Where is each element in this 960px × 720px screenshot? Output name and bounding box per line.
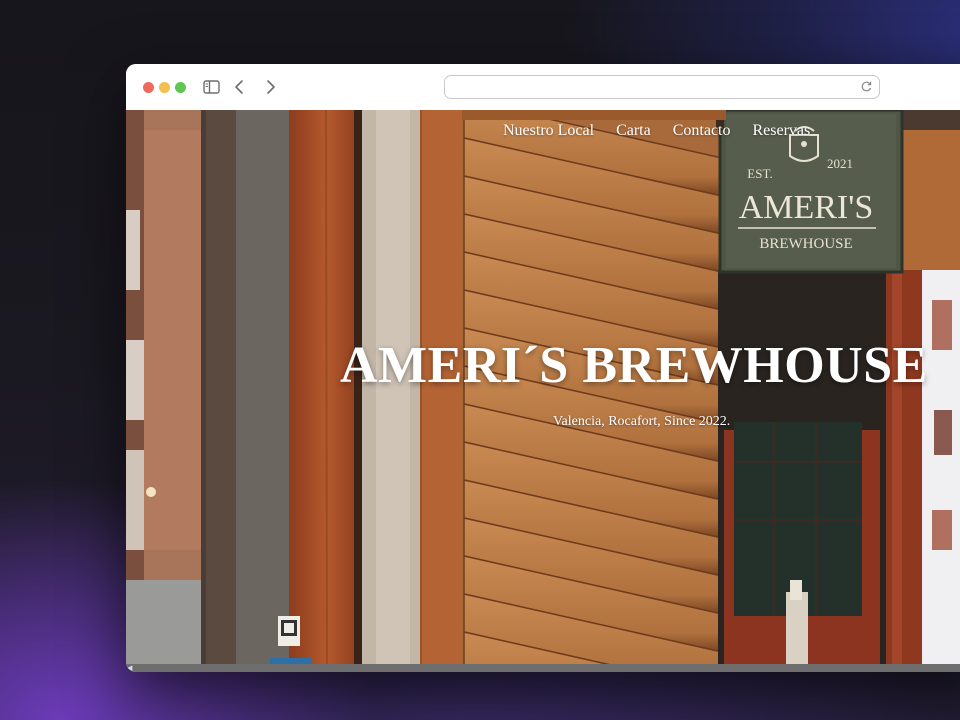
nav-link-contacto[interactable]: Contacto [673, 122, 731, 140]
page-viewport: EST. 2021 AMERI'S BREWHOUSE Nuestro Loca… [126, 110, 960, 664]
hero-subtitle: Valencia, Rocafort, Since 2022. [553, 414, 731, 429]
sign-year-text: 2021 [827, 156, 853, 171]
nav-link-reservas[interactable]: Reservas [753, 122, 811, 140]
zoom-window-button[interactable] [175, 82, 186, 93]
site-nav: Nuestro Local Carta Contacto Reservas [503, 122, 810, 140]
close-window-button[interactable] [143, 82, 154, 93]
nav-link-nuestro-local[interactable]: Nuestro Local [503, 122, 594, 140]
sign-est-text: EST. [747, 166, 772, 181]
hero-title: AMERI´S BREWHOUSE [340, 337, 928, 394]
sign-name-text: AMERI'S [739, 189, 874, 226]
forward-icon[interactable] [260, 78, 280, 96]
browser-window: EST. 2021 AMERI'S BREWHOUSE Nuestro Loca… [126, 64, 960, 672]
horizontal-scrollbar[interactable]: ◀ [126, 664, 960, 672]
sidebar-icon[interactable] [202, 78, 222, 96]
address-bar[interactable] [444, 75, 880, 99]
nav-link-carta[interactable]: Carta [616, 122, 651, 140]
back-icon[interactable] [230, 78, 250, 96]
sign-tagline-text: BREWHOUSE [759, 236, 852, 252]
reload-icon[interactable] [860, 80, 873, 93]
scroll-left-arrow-icon[interactable]: ◀ [127, 664, 135, 672]
browser-toolbar [126, 64, 960, 111]
minimize-window-button[interactable] [159, 82, 170, 93]
